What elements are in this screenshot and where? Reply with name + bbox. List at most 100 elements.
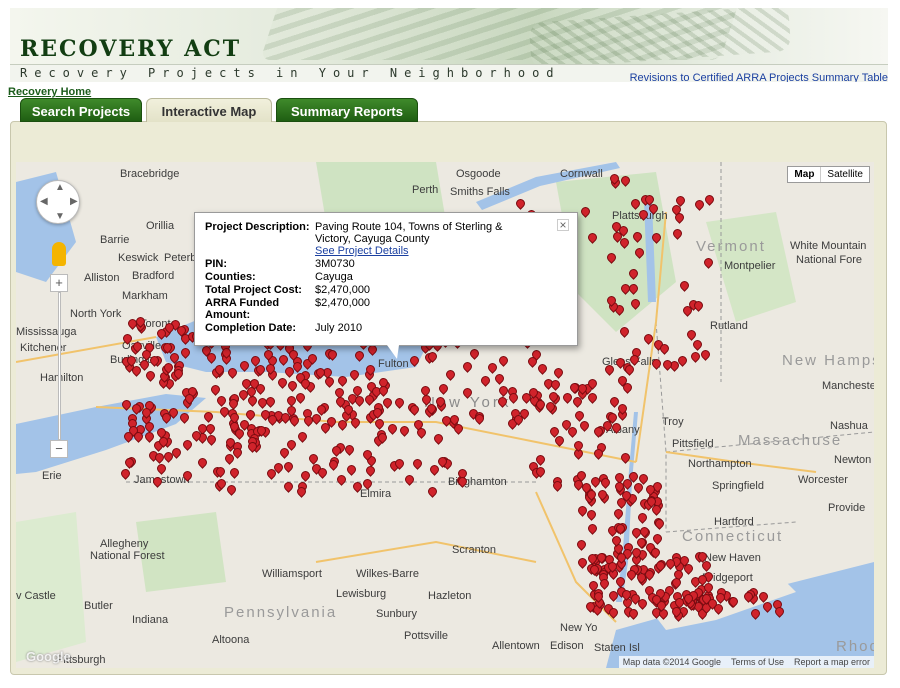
map-label-perth: Perth — [412, 184, 439, 196]
map-label-keswick: Keswick — [118, 252, 159, 264]
recovery-home-link[interactable]: Recovery Home — [8, 86, 91, 98]
map-label-smiths-falls: Smiths Falls — [450, 186, 510, 198]
map-label-pennsylvania: Pennsylvania — [224, 604, 338, 621]
map-label-fulton: Fulton — [378, 358, 409, 370]
pan-right-icon[interactable]: ▶ — [70, 196, 78, 207]
info-row-total-cost: Total Project Cost: $2,470,000 — [205, 284, 545, 297]
map-label-indiana: Indiana — [132, 614, 169, 626]
map-type-map-button[interactable]: Map — [788, 167, 822, 182]
site-subtitle: Recovery Projects in Your Neighborhood — [20, 66, 561, 80]
map-label-newton: Newton — [834, 454, 872, 466]
project-description: Paving Route 104, Towns of Sterling & Vi… — [315, 221, 503, 245]
recovery-act-banner: RECOVERY ACT Recovery Projects in Your N… — [10, 8, 888, 82]
map-label-pittsfield: Pittsfield — [672, 438, 714, 450]
map-label-butler: Butler — [84, 600, 113, 612]
map-label-osgoode: Osgoode — [456, 168, 501, 180]
info-window-pointer — [387, 345, 399, 359]
revisions-summary-link[interactable]: Revisions to Certified ARRA Projects Sum… — [630, 72, 888, 82]
info-row-counties: Counties: Cayuga — [205, 271, 545, 284]
map-label-bracebridge: Bracebridge — [120, 168, 180, 180]
pan-up-icon[interactable]: ▲ — [55, 182, 65, 193]
map-label-lewisburg: Lewisburg — [336, 588, 387, 600]
tab-search-projects[interactable]: Search Projects — [20, 98, 142, 122]
map-label-north-york: North York — [70, 308, 122, 320]
info-value: Cayuga — [315, 271, 353, 283]
map-label-connecticut: Connecticut — [682, 528, 784, 545]
map-label-wilkes-barre: Wilkes-Barre — [356, 568, 419, 580]
map-label-pottsville: Pottsville — [404, 630, 449, 642]
info-key: Total Project Cost: — [205, 284, 302, 296]
map-label-national-forest-2: National Forest — [90, 550, 165, 562]
map-label-new-hampshire: New Hampshi — [782, 352, 874, 369]
map-label-rutland: Rutland — [710, 320, 748, 332]
page: RECOVERY ACT Recovery Projects in Your N… — [0, 0, 900, 688]
map-label-allegheny: Allegheny — [100, 538, 149, 550]
map-label-springfield: Springfield — [712, 480, 764, 492]
map-label-mississauga: Mississauga — [16, 326, 77, 338]
map-label-providence: Provide — [828, 502, 866, 514]
map-label-altoona: Altoona — [212, 634, 250, 646]
map-label-sunbury: Sunbury — [376, 608, 417, 620]
map-label-alliston: Alliston — [84, 272, 120, 284]
zoom-slider[interactable] — [58, 292, 61, 440]
info-value: $2,470,000 — [315, 297, 371, 309]
tab-interactive-map[interactable]: Interactive Map — [146, 98, 272, 122]
map-label-troy: Troy — [662, 416, 684, 428]
map-label-scranton: Scranton — [452, 544, 497, 556]
map-label-cornwall: Cornwall — [560, 168, 603, 180]
map-data-credit: Map data ©2014 Google — [622, 657, 721, 667]
map-label-erie: Erie — [42, 470, 62, 482]
map-label-williamsport: Williamsport — [262, 568, 322, 580]
pan-left-icon[interactable]: ◀ — [40, 196, 48, 207]
map-label-allentown: Allentown — [492, 640, 540, 652]
map-attribution: Map data ©2014 Google Terms of Use Repor… — [618, 656, 874, 668]
zoom-in-button[interactable]: + — [50, 274, 68, 292]
map-label-new-haven: New Haven — [704, 552, 761, 564]
map-label-markham: Markham — [122, 290, 168, 302]
map-type-satellite-button[interactable]: Satellite — [821, 167, 869, 182]
close-icon[interactable]: × — [557, 219, 569, 231]
map-label-rhode: Rhod — [836, 638, 874, 655]
report-map-error-link[interactable]: Report a map error — [794, 657, 870, 667]
tab-summary-reports[interactable]: Summary Reports — [276, 98, 418, 122]
info-row-description: Project Description: Paving Route 104, T… — [205, 221, 545, 258]
map-type-control[interactable]: Map Satellite — [787, 166, 870, 183]
map-label-manchester: Manchester — [822, 380, 874, 392]
map-label-white-mountain: White Mountain — [790, 240, 867, 252]
info-row-arra-amount: ARRA Funded Amount: $2,470,000 — [205, 297, 545, 322]
info-key: PIN: — [205, 258, 227, 270]
info-key: Project Description: — [205, 221, 310, 233]
map-label-staten-island: Staten Isl — [594, 642, 640, 654]
map-label-montpelier: Montpelier — [724, 260, 776, 272]
map-label-worcester: Worcester — [798, 474, 848, 486]
info-key: ARRA Funded Amount: — [205, 297, 280, 321]
map-label-national-forest: National Fore — [796, 254, 863, 266]
zoom-out-button[interactable]: − — [50, 440, 68, 458]
info-row-completion: Completion Date: July 2010 — [205, 322, 545, 335]
project-details-table: Project Description: Paving Route 104, T… — [205, 221, 545, 335]
map-label-elmira: Elmira — [360, 488, 392, 500]
see-project-details-link[interactable]: See Project Details — [315, 245, 409, 257]
street-view-pegman-icon[interactable] — [52, 242, 66, 266]
info-value: July 2010 — [315, 322, 363, 334]
map-label-barrie: Barrie — [100, 234, 130, 246]
google-logo[interactable]: Google — [26, 649, 71, 664]
info-row-pin: PIN: 3M0730 — [205, 258, 545, 271]
map-label-nashua: Nashua — [830, 420, 868, 432]
map-label-hamilton: Hamilton — [40, 372, 84, 384]
map-label-vermont: Vermont — [696, 238, 766, 255]
info-key: Completion Date: — [205, 322, 297, 334]
pan-down-icon[interactable]: ▼ — [55, 211, 65, 222]
info-value: 3M0730 — [315, 258, 355, 270]
map-label-hartford: Hartford — [714, 516, 754, 528]
map-label-orillia: Orillia — [146, 220, 175, 232]
map-label-new-york-city: New Yo — [560, 622, 598, 634]
info-value: Paving Route 104, Towns of Sterling & Vi… — [315, 221, 545, 258]
info-value: $2,470,000 — [315, 284, 371, 296]
terms-of-use-link[interactable]: Terms of Use — [731, 657, 784, 667]
map-label-northampton: Northampton — [688, 458, 752, 470]
pan-control[interactable]: ▲ ▼ ◀ ▶ — [36, 180, 80, 224]
info-key: Counties: — [205, 271, 256, 283]
site-title: RECOVERY ACT — [20, 36, 242, 62]
map-label-hazleton: Hazleton — [428, 590, 472, 602]
